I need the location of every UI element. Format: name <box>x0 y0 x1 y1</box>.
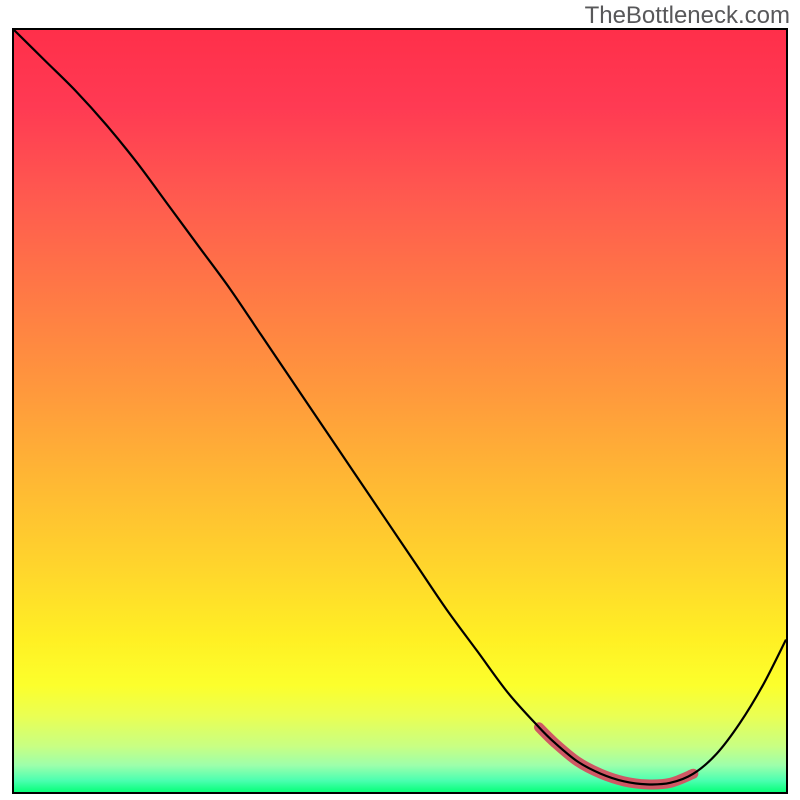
gradient-background <box>14 30 786 792</box>
plot-area <box>14 30 786 792</box>
plot-svg <box>14 30 786 792</box>
watermark-text: TheBottleneck.com <box>585 2 790 30</box>
plot-frame <box>12 28 788 794</box>
chart-container: TheBottleneck.com <box>0 0 800 800</box>
